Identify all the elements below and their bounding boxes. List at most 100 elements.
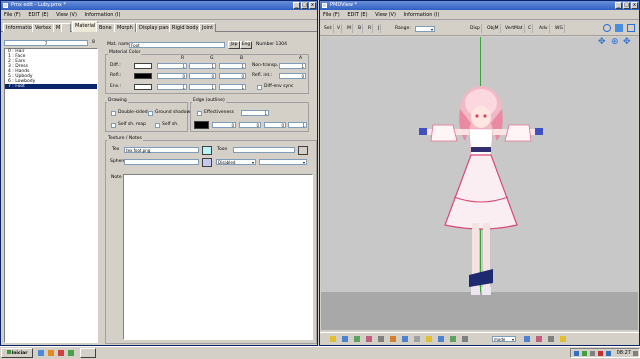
tray-icon-6[interactable]: [633, 351, 638, 356]
bottom-tool-6-icon[interactable]: [390, 336, 396, 342]
material-list-item[interactable]: 7 : Foot: [5, 84, 97, 89]
jap-button[interactable]: Jap: [228, 41, 240, 49]
edge-b[interactable]: 0: [264, 122, 286, 128]
sphere-extra-select[interactable]: ▾: [259, 159, 307, 165]
sphere-mode-select[interactable]: Disabled ▾: [216, 159, 256, 165]
maximize-button[interactable]: □: [301, 2, 308, 9]
env-color-swatch[interactable]: [134, 84, 152, 90]
bottom-tool-13-icon[interactable]: [524, 336, 530, 342]
quicklaunch-icon-2[interactable]: [48, 350, 54, 356]
menu-edit[interactable]: EDIT (E): [25, 10, 51, 20]
tab-joint[interactable]: Joint: [199, 23, 217, 32]
diff-env-sync-checkbox[interactable]: [257, 85, 262, 90]
view-rotate-icon[interactable]: [627, 24, 635, 32]
pmd-menu-view[interactable]: View (V): [372, 10, 399, 20]
bottom-tool-12-icon[interactable]: [462, 336, 468, 342]
bottom-tool-2-icon[interactable]: [342, 336, 348, 342]
refl-color-swatch[interactable]: [134, 73, 152, 79]
bottom-tool-9-icon[interactable]: [426, 336, 432, 342]
self-sh-checkbox[interactable]: [155, 123, 160, 128]
sphere-field[interactable]: [124, 159, 199, 165]
effectiveness-checkbox[interactable]: [197, 111, 202, 116]
bottom-tool-11-icon[interactable]: [450, 336, 456, 342]
ground-shadow-checkbox[interactable]: [148, 111, 153, 116]
tool-objm[interactable]: ObjM: [486, 24, 501, 33]
tab-material[interactable]: Material: [72, 21, 99, 32]
edge-g[interactable]: 0: [239, 122, 261, 128]
diff-r[interactable]: 1: [157, 63, 187, 69]
edge-color-swatch[interactable]: [194, 121, 209, 129]
bottom-tool-4-icon[interactable]: [366, 336, 372, 342]
quicklaunch-icon-1[interactable]: [38, 350, 44, 356]
tex-color-swatch[interactable]: [202, 146, 212, 155]
double-sided-checkbox[interactable]: [111, 111, 116, 116]
tray-icon-4[interactable]: [598, 351, 603, 356]
view-grid-icon[interactable]: [615, 24, 623, 32]
tool-c[interactable]: C: [527, 24, 534, 33]
env-r[interactable]: 1: [157, 84, 187, 90]
tool-r[interactable]: R: [367, 24, 374, 33]
mat-name-field[interactable]: Foot: [129, 42, 225, 48]
close-button[interactable]: x: [309, 2, 316, 9]
tool-m[interactable]: M: [346, 24, 353, 33]
toon-color-swatch[interactable]: [298, 146, 308, 155]
tab-morph[interactable]: Morph: [114, 23, 136, 32]
quicklaunch-icon-4[interactable]: [68, 350, 74, 356]
edge-size-field[interactable]: 1: [241, 110, 269, 116]
tray-icon-5[interactable]: [606, 351, 611, 356]
pmd-minimize-button[interactable]: _: [615, 2, 622, 9]
tab-vertex[interactable]: Vertex: [32, 23, 55, 32]
tray-icon-1[interactable]: [574, 351, 579, 356]
tool-j[interactable]: J: [377, 24, 382, 33]
pmx-title-bar[interactable]: Pmx edit - Luby.pmx * _ □ x: [1, 1, 317, 10]
sphere-color-swatch[interactable]: [202, 158, 212, 167]
clock[interactable]: 08:27: [617, 350, 631, 357]
bottom-tool-3-icon[interactable]: [354, 336, 360, 342]
tex-field[interactable]: tex.foot.png: [124, 147, 199, 153]
self-sh-map-checkbox[interactable]: [111, 123, 116, 128]
pmd-close-button[interactable]: x: [631, 2, 638, 9]
tray-icon-2[interactable]: [582, 351, 587, 356]
refl-r[interactable]: 0: [157, 73, 187, 79]
refl-a[interactable]: 0: [279, 73, 306, 79]
tool-b[interactable]: B: [357, 24, 364, 33]
tool-adv[interactable]: Adv: [538, 24, 550, 33]
pmd-maximize-button[interactable]: □: [623, 2, 630, 9]
diff-color-swatch[interactable]: [134, 63, 152, 69]
range-select[interactable]: ▾: [415, 26, 435, 32]
env-b[interactable]: 1: [219, 84, 246, 90]
tool-v[interactable]: V: [336, 24, 343, 33]
tab-bone[interactable]: Bone: [96, 23, 115, 32]
bottom-tool-8-icon[interactable]: [414, 336, 420, 342]
tab-rigid-body[interactable]: Rigid body: [169, 23, 202, 32]
pmd-title-bar[interactable]: PMDView * _ □ x: [320, 1, 639, 10]
material-index-field[interactable]: 7: [4, 40, 88, 46]
pmd-viewport[interactable]: ✥ ⊕ ✥: [321, 37, 638, 330]
pmd-menu-information[interactable]: Information (I): [401, 10, 443, 20]
tool-vertmat[interactable]: VertMat: [504, 24, 525, 33]
taskbar-app-button[interactable]: [80, 348, 96, 358]
minimize-button[interactable]: _: [293, 2, 300, 9]
bottom-tool-5-icon[interactable]: [378, 336, 384, 342]
tool-disp[interactable]: Disp: [469, 24, 482, 33]
bottom-tool-16-icon[interactable]: [560, 336, 566, 342]
menu-information[interactable]: Information (I): [82, 10, 124, 20]
refl-b[interactable]: 0: [219, 73, 246, 79]
eng-button[interactable]: Eng: [240, 41, 252, 49]
note-textarea[interactable]: [123, 174, 313, 340]
pmd-menu-file[interactable]: File (F): [320, 10, 343, 20]
material-list[interactable]: 0 : Hair 1 : Face 2 : Ears 3 : Dress 4 : Han…: [4, 48, 98, 343]
menu-file[interactable]: File (F): [1, 10, 24, 20]
bottom-tool-1-icon[interactable]: [330, 336, 336, 342]
diff-g[interactable]: 1: [189, 63, 216, 69]
diff-b[interactable]: 1: [219, 63, 246, 69]
bottom-tool-10-icon[interactable]: [438, 336, 444, 342]
refl-g[interactable]: 0: [189, 73, 216, 79]
edge-a[interactable]: 1: [288, 122, 307, 128]
tray-icon-3[interactable]: [590, 351, 595, 356]
env-g[interactable]: 1: [189, 84, 216, 90]
bottom-tool-14-icon[interactable]: [536, 336, 542, 342]
start-button[interactable]: Iniciar: [1, 348, 33, 358]
view-fit-icon[interactable]: [603, 24, 611, 32]
toon-field[interactable]: [233, 147, 295, 153]
